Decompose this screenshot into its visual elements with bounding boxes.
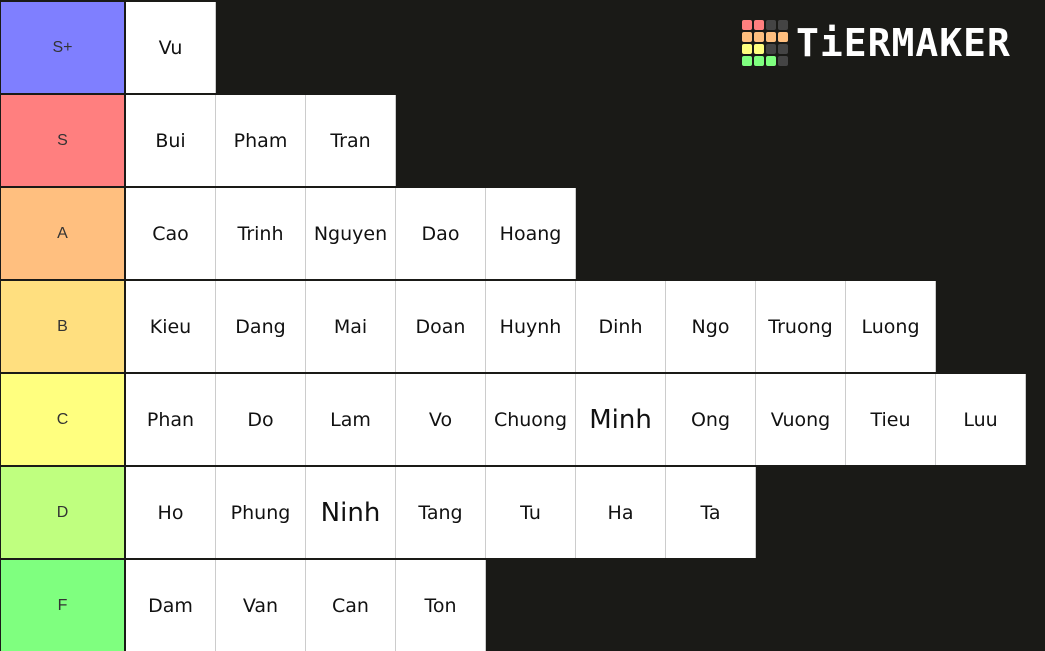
logo-grid-icon: [742, 20, 788, 66]
tier-item[interactable]: Vo: [396, 374, 486, 465]
tier-item[interactable]: Luu: [936, 374, 1026, 465]
tier-row: S Bui Pham Tran: [0, 93, 1045, 186]
tier-item[interactable]: Lam: [306, 374, 396, 465]
logo-grid-cell: [742, 20, 752, 30]
tier-label[interactable]: S+: [0, 2, 126, 93]
tier-items: Cao Trinh Nguyen Dao Hoang: [126, 188, 576, 279]
tier-item[interactable]: Nguyen: [306, 188, 396, 279]
logo-grid-cell: [778, 32, 788, 42]
tier-item[interactable]: Bui: [126, 95, 216, 186]
tier-item[interactable]: Ho: [126, 467, 216, 558]
tier-row: C Phan Do Lam Vo Chuong Minh Ong Vuong Tieu Luu: [0, 372, 1045, 465]
tier-item[interactable]: Ong: [666, 374, 756, 465]
logo-grid-cell: [778, 56, 788, 66]
tier-item[interactable]: Dinh: [576, 281, 666, 372]
tier-item[interactable]: Pham: [216, 95, 306, 186]
tier-item[interactable]: Chuong: [486, 374, 576, 465]
tier-item[interactable]: Doan: [396, 281, 486, 372]
tier-item[interactable]: Do: [216, 374, 306, 465]
tier-label[interactable]: S: [0, 95, 126, 186]
logo-grid-cell: [766, 44, 776, 54]
tier-item[interactable]: Hoang: [486, 188, 576, 279]
tier-label[interactable]: B: [0, 281, 126, 372]
logo-grid-cell: [742, 44, 752, 54]
logo-grid-cell: [742, 32, 752, 42]
tier-item[interactable]: Ta: [666, 467, 756, 558]
tier-item[interactable]: Dao: [396, 188, 486, 279]
tier-item[interactable]: Trinh: [216, 188, 306, 279]
tier-item[interactable]: Kieu: [126, 281, 216, 372]
logo-grid-cell: [766, 20, 776, 30]
logo-grid-cell: [754, 44, 764, 54]
tier-item[interactable]: Phan: [126, 374, 216, 465]
tier-item[interactable]: Ha: [576, 467, 666, 558]
logo-grid-cell: [778, 20, 788, 30]
tier-item[interactable]: Dang: [216, 281, 306, 372]
tier-items: Bui Pham Tran: [126, 95, 396, 186]
logo-grid-cell: [754, 56, 764, 66]
tier-row: A Cao Trinh Nguyen Dao Hoang: [0, 186, 1045, 279]
tier-item[interactable]: Cao: [126, 188, 216, 279]
logo-wordmark: TiERMAKER: [796, 21, 1011, 65]
tier-item[interactable]: Ngo: [666, 281, 756, 372]
tier-item[interactable]: Can: [306, 560, 396, 651]
tier-item[interactable]: Phung: [216, 467, 306, 558]
tier-item[interactable]: Van: [216, 560, 306, 651]
logo-grid-cell: [766, 32, 776, 42]
tier-item[interactable]: Huynh: [486, 281, 576, 372]
tier-items: Phan Do Lam Vo Chuong Minh Ong Vuong Tieu Luu: [126, 374, 1026, 465]
tier-item[interactable]: Tu: [486, 467, 576, 558]
tier-items: Ho Phung Ninh Tang Tu Ha Ta: [126, 467, 756, 558]
tier-label[interactable]: A: [0, 188, 126, 279]
tier-item[interactable]: Vu: [126, 2, 216, 93]
logo-grid-cell: [766, 56, 776, 66]
tier-item[interactable]: Minh: [576, 374, 666, 465]
tier-item[interactable]: Dam: [126, 560, 216, 651]
tier-item[interactable]: Luong: [846, 281, 936, 372]
logo-grid-cell: [754, 32, 764, 42]
tier-item[interactable]: Mai: [306, 281, 396, 372]
logo-grid-cell: [754, 20, 764, 30]
tier-item[interactable]: Ton: [396, 560, 486, 651]
tier-items: Vu: [126, 2, 216, 93]
tier-label[interactable]: F: [0, 560, 126, 651]
tier-item[interactable]: Tran: [306, 95, 396, 186]
tier-label[interactable]: C: [0, 374, 126, 465]
tier-item[interactable]: Ninh: [306, 467, 396, 558]
tier-item[interactable]: Tang: [396, 467, 486, 558]
tier-row: F Dam Van Can Ton: [0, 558, 1045, 651]
tier-items: Dam Van Can Ton: [126, 560, 486, 651]
tier-item[interactable]: Tieu: [846, 374, 936, 465]
tier-list-board: S+ Vu S Bui Pham Tran A Cao Trinh Nguyen Dao Hoang B…: [0, 0, 1045, 651]
tier-row: D Ho Phung Ninh Tang Tu Ha Ta: [0, 465, 1045, 558]
tier-item[interactable]: Truong: [756, 281, 846, 372]
tier-items: Kieu Dang Mai Doan Huynh Dinh Ngo Truong Luong: [126, 281, 936, 372]
tiermaker-logo[interactable]: TiERMAKER: [742, 20, 1011, 66]
tier-label[interactable]: D: [0, 467, 126, 558]
logo-grid-cell: [742, 56, 752, 66]
tier-row: B Kieu Dang Mai Doan Huynh Dinh Ngo Truong Luong: [0, 279, 1045, 372]
logo-grid-cell: [778, 44, 788, 54]
tier-item[interactable]: Vuong: [756, 374, 846, 465]
